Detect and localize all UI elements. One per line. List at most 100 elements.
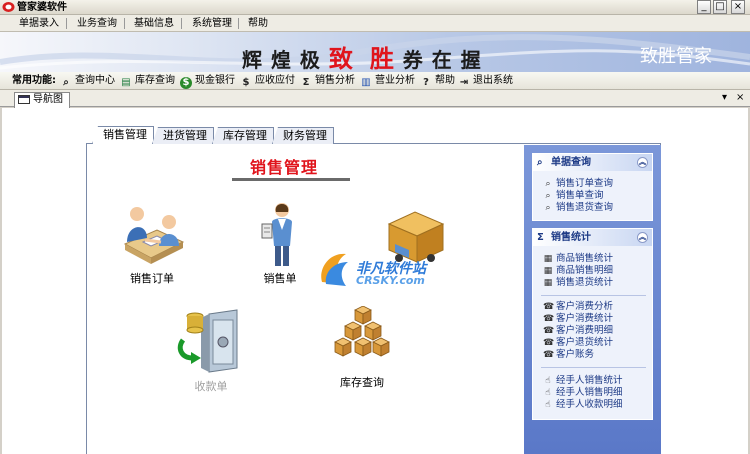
toolbar-help[interactable]: ? 帮助 xyxy=(420,72,455,90)
function-sales-slip[interactable]: 销售单 xyxy=(244,200,316,286)
storage-icon: ▤ xyxy=(121,77,131,88)
menu-separator xyxy=(124,18,125,29)
banner-slogan: 辉 煌 极 致 胜 券 在 握 xyxy=(242,44,482,72)
menu-separator xyxy=(66,18,67,29)
bar-chart-icon: ▥ xyxy=(361,77,371,88)
safe-coins-icon xyxy=(177,309,238,373)
toolbar-receivable-payable[interactable]: $ 应收应付 xyxy=(240,72,295,90)
function-label: 销售订单 xyxy=(130,272,174,285)
link-handler-receipt-detail[interactable]: ☝ 经手人收款明细 xyxy=(543,399,622,411)
title-bar: 管家婆软件 _ □ × xyxy=(0,0,750,15)
hand-icon: ☝ xyxy=(545,388,551,398)
banner: 辉 煌 极 致 胜 券 在 握 致胜管家 xyxy=(0,32,750,72)
salesperson-icon xyxy=(261,203,292,266)
exit-icon: ⇥ xyxy=(459,77,469,88)
sales-statistics-box: Σ 销售统计 ︽ ▦ 商品销售统计 ▦ 商品销售明细 ▦ 销售退货统计 ☎ 客户消费分析… xyxy=(532,228,653,420)
cart-icon: ▦ xyxy=(543,266,553,276)
toolbar-query-center[interactable]: ⌕ 查询中心 xyxy=(60,72,115,90)
banner-brand: 致胜管家 xyxy=(640,46,712,67)
menu-business-query[interactable]: 业务查询 xyxy=(77,15,117,32)
help-icon: ? xyxy=(423,77,429,88)
tab-inventory-management[interactable]: 库存管理 xyxy=(212,127,274,144)
search-icon: ⌕ xyxy=(545,203,551,213)
toolbar-business-analysis[interactable]: ▥ 营业分析 xyxy=(360,72,415,90)
window-icon xyxy=(18,95,30,104)
toolbar: 常用功能: ⌕ 查询中心 ▤ 库存查询 $ 现金银行 $ 应收应付 Σ 销售分析 ▥ 营业分… xyxy=(0,72,750,90)
link-product-sales-stats[interactable]: ▦ 商品销售统计 xyxy=(543,253,613,265)
tab-label: 导航图 xyxy=(33,94,63,105)
function-label: 库存查询 xyxy=(340,376,384,389)
tab-purchase-management[interactable]: 进货管理 xyxy=(152,127,214,144)
phone-icon: ☎ xyxy=(543,338,555,348)
maximize-button[interactable]: □ xyxy=(713,0,727,14)
sales-order-icon xyxy=(123,207,185,264)
link-product-sales-detail[interactable]: ▦ 商品销售明细 xyxy=(543,265,613,277)
link-sales-slip-query[interactable]: ⌕ 销售单查询 xyxy=(543,190,603,202)
document-query-box: ⌕ 单据查询 ︽ ⌕ 销售订单查询 ⌕ 销售单查询 ⌕ 销售退货查询 xyxy=(532,153,653,221)
boxes-stack-icon xyxy=(334,306,390,357)
link-sales-return-query[interactable]: ⌕ 销售退货查询 xyxy=(543,202,613,214)
search-icon: ⌕ xyxy=(545,191,551,201)
binoculars-icon: ⌕ xyxy=(537,157,543,168)
cart-icon: ▦ xyxy=(543,278,553,288)
collapse-icon[interactable]: ︽ xyxy=(637,157,648,168)
divider xyxy=(541,367,646,368)
tab-sales-management[interactable]: 销售管理 xyxy=(92,126,154,144)
function-inventory-query[interactable]: 库存查询 xyxy=(326,306,398,390)
app-logo-icon xyxy=(2,2,15,12)
toolbar-cash-bank[interactable]: $ 现金银行 xyxy=(180,72,235,90)
phone-icon: ☎ xyxy=(543,326,555,336)
link-customer-account[interactable]: ☎ 客户账务 xyxy=(543,349,594,361)
minimize-button[interactable]: _ xyxy=(697,0,711,14)
phone-icon: ☎ xyxy=(543,314,555,324)
phone-icon: ☎ xyxy=(543,350,555,360)
divider xyxy=(541,295,646,296)
menu-separator xyxy=(238,18,239,29)
window-title: 管家婆软件 xyxy=(17,2,67,13)
document-query-header[interactable]: ⌕ 单据查询 ︽ xyxy=(533,154,652,171)
toolbar-exit[interactable]: ⇥ 退出系统 xyxy=(458,72,513,90)
watermark-subtitle: CRSKY.com xyxy=(356,274,425,287)
link-sales-return-stats[interactable]: ▦ 销售退货统计 xyxy=(543,277,613,289)
watermark: 非凡软件站 CRSKY.com xyxy=(316,246,446,290)
tab-finance-management[interactable]: 财务管理 xyxy=(272,127,334,144)
menu-help[interactable]: 帮助 xyxy=(248,15,268,32)
function-sales-order[interactable]: 销售订单 xyxy=(112,200,192,286)
toolbar-inventory-query[interactable]: ▤ 库存查询 xyxy=(120,72,175,90)
sigma-icon: Σ xyxy=(537,232,544,243)
link-handler-sales-detail[interactable]: ☝ 经手人销售明细 xyxy=(543,387,622,399)
binoculars-icon: ⌕ xyxy=(63,77,69,88)
document-tab-row: 导航图 ▾ × xyxy=(0,90,750,108)
sigma-icon: Σ xyxy=(302,77,310,88)
link-sales-order-query[interactable]: ⌕ 销售订单查询 xyxy=(543,178,613,190)
cart-icon: ▦ xyxy=(543,254,553,264)
menu-document-entry[interactable]: 单据录入 xyxy=(19,15,59,32)
menu-system-management[interactable]: 系统管理 xyxy=(192,15,232,32)
hand-icon: ☝ xyxy=(545,376,551,386)
menu-basic-info[interactable]: 基础信息 xyxy=(134,15,174,32)
function-label: 销售单 xyxy=(263,272,297,285)
search-icon: ⌕ xyxy=(545,179,551,189)
close-window-button[interactable]: × xyxy=(731,0,745,14)
menu-bar: 单据录入 业务查询 基础信息 系统管理 帮助 xyxy=(0,15,750,32)
function-label: 收款单 xyxy=(194,380,228,393)
task-pane: ⌕ 单据查询 ︽ ⌕ 销售订单查询 ⌕ 销售单查询 ⌕ 销售退货查询 Σ 销售统计 ︽… xyxy=(524,145,661,454)
menu-separator xyxy=(181,18,182,29)
link-customer-consumption-stats[interactable]: ☎ 客户消费统计 xyxy=(543,313,613,325)
sales-statistics-header[interactable]: Σ 销售统计 ︽ xyxy=(533,229,652,246)
toolbar-sales-analysis[interactable]: Σ 销售分析 xyxy=(300,72,355,90)
close-tab-button[interactable]: × xyxy=(736,91,744,105)
money-bag-icon: $ xyxy=(180,77,192,89)
link-customer-consumption-detail[interactable]: ☎ 客户消费明细 xyxy=(543,325,613,337)
watermark-logo-icon xyxy=(321,253,348,286)
collapse-icon[interactable]: ︽ xyxy=(637,232,648,243)
link-customer-return-stats[interactable]: ☎ 客户退货统计 xyxy=(543,337,613,349)
dollar-icon: $ xyxy=(242,77,250,88)
link-handler-sales-stats[interactable]: ☝ 经手人销售统计 xyxy=(543,375,622,387)
heading-underline xyxy=(232,178,350,181)
toolbar-label: 常用功能: xyxy=(12,75,56,86)
tab-list-dropdown[interactable]: ▾ xyxy=(722,91,727,105)
tab-navigation-map[interactable]: 导航图 xyxy=(14,92,70,108)
link-customer-consumption-analysis[interactable]: ☎ 客户消费分析 xyxy=(543,301,613,313)
hand-icon: ☝ xyxy=(545,400,551,410)
